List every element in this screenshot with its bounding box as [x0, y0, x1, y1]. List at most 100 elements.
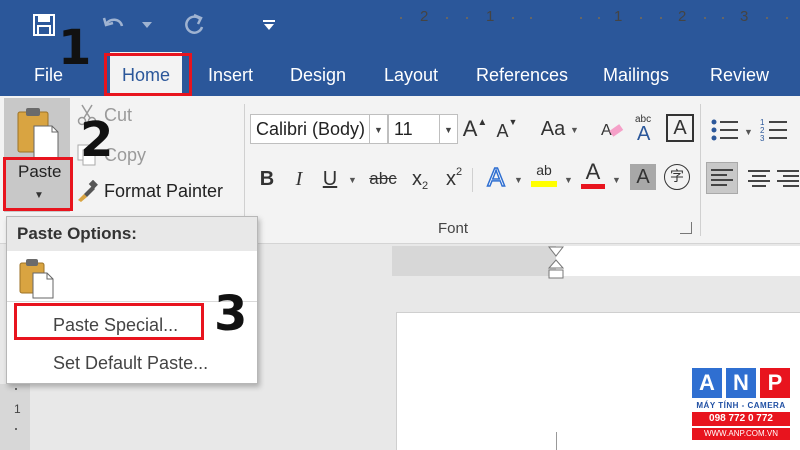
vertical-ruler: 1	[0, 384, 30, 450]
grow-font-button[interactable]: A ▲	[462, 114, 488, 144]
bullets-icon[interactable]	[708, 116, 742, 144]
clear-formatting-button[interactable]: A	[598, 114, 626, 144]
ruler-tick	[512, 17, 514, 19]
align-left-button[interactable]	[706, 162, 738, 194]
tab-mailings[interactable]: Mailings	[603, 52, 669, 96]
customize-qat-icon[interactable]	[262, 10, 276, 40]
ruler-tick	[660, 17, 662, 19]
format-painter-button[interactable]: Format Painter	[76, 180, 223, 202]
vruler-number: 1	[14, 402, 21, 416]
shrink-font-icon: A	[496, 120, 509, 141]
ruler-number: 1	[614, 8, 623, 25]
font-color-dropdown-icon[interactable]: ▼	[612, 175, 621, 185]
align-right-icon[interactable]	[776, 162, 800, 194]
button-separator	[472, 168, 473, 192]
step-2-label: 2	[80, 112, 114, 168]
ruler-tick	[640, 17, 642, 19]
eraser-icon: A	[601, 122, 624, 139]
font-color-button[interactable]: A	[578, 160, 608, 190]
home-tab-highlight	[104, 53, 192, 96]
subscript-mark: 2	[421, 180, 429, 192]
enclose-characters-button[interactable]: 字	[662, 162, 692, 192]
underline-dropdown-icon[interactable]: ▼	[348, 175, 357, 185]
grow-arrow-icon: ▲	[477, 116, 488, 128]
ruler-tick	[704, 17, 706, 19]
font-name-dropdown-icon[interactable]: ▼	[370, 114, 388, 144]
bullets-dropdown-icon[interactable]: ▼	[744, 127, 753, 137]
text-effects-button[interactable]: A	[482, 161, 510, 193]
ruler-tick	[786, 17, 788, 19]
redo-icon[interactable]	[180, 10, 208, 40]
subscript-button[interactable]: x2	[406, 164, 434, 194]
align-center-icon[interactable]	[744, 162, 774, 194]
highlight-button[interactable]: ab	[528, 160, 560, 190]
logo-subtitle: MÁY TÍNH - CAMERA	[696, 401, 786, 410]
keep-source-formatting-icon[interactable]	[19, 257, 55, 299]
font-dialog-launcher-icon[interactable]	[680, 222, 692, 234]
highlight-color-bar	[531, 181, 557, 187]
ruler-number: 2	[678, 8, 687, 25]
strikethrough-button[interactable]: abc	[366, 164, 400, 194]
ruler-number: 2	[420, 8, 429, 25]
underline-button[interactable]: U	[318, 164, 342, 194]
svg-text:3: 3	[760, 134, 765, 143]
highlight-dropdown-icon[interactable]: ▼	[564, 175, 573, 185]
set-default-paste-menu-item[interactable]: Set Default Paste...	[53, 353, 208, 374]
indent-marker-icon[interactable]	[548, 246, 564, 282]
text-effects-dropdown-icon[interactable]: ▼	[514, 175, 523, 185]
align-left-icon	[711, 169, 733, 186]
phonetic-guide-icon: abcA	[635, 114, 651, 142]
undo-dropdown-icon[interactable]	[140, 10, 154, 40]
character-border-button[interactable]: A	[666, 114, 694, 142]
paste-button-highlight	[3, 157, 73, 211]
ruler-tick	[530, 17, 532, 19]
bold-button[interactable]: B	[254, 164, 280, 194]
phonetic-letter: A	[637, 123, 651, 142]
change-case-dropdown-icon[interactable]: ▼	[570, 125, 579, 135]
superscript-button[interactable]: x2	[440, 164, 468, 194]
change-case-button[interactable]: Aa	[536, 114, 570, 144]
tab-insert[interactable]: Insert	[208, 52, 253, 96]
font-color-bar	[581, 183, 605, 189]
ruler-tick	[598, 17, 600, 19]
ruler-tick	[722, 17, 724, 19]
numbering-icon[interactable]: 123	[758, 116, 792, 144]
paste-special-highlight	[14, 303, 204, 340]
save-icon[interactable]	[30, 10, 58, 40]
italic-button[interactable]: I	[288, 164, 310, 194]
shading-button[interactable]: A	[630, 164, 656, 190]
ruler-number: 3	[740, 8, 749, 25]
highlight-text: ab	[536, 162, 552, 178]
tab-review[interactable]: Review	[710, 52, 769, 96]
shrink-font-button[interactable]: A ▼	[494, 114, 520, 144]
tab-layout[interactable]: Layout	[384, 52, 438, 96]
font-size-input[interactable]: 11	[388, 114, 440, 144]
tab-references[interactable]: References	[476, 52, 568, 96]
shrink-arrow-icon: ▼	[508, 117, 518, 127]
superscript-mark: 2	[455, 166, 463, 178]
logo-letter-n: N	[726, 368, 756, 398]
font-size-dropdown-icon[interactable]: ▼	[440, 114, 458, 144]
font-group-label: Font	[438, 220, 469, 237]
phonetic-guide-button[interactable]: abc A	[630, 112, 660, 142]
logo-website: WWW.ANP.COM.VN	[692, 428, 790, 440]
ruler-tick	[580, 17, 582, 19]
logo-letter-p: P	[760, 368, 790, 398]
format-painter-label: Format Painter	[104, 180, 224, 201]
logo-letter-a: A	[692, 368, 722, 398]
text-cursor	[556, 432, 557, 450]
ruler-tick	[400, 17, 402, 19]
tab-design[interactable]: Design	[290, 52, 346, 96]
subscript-x: x	[411, 167, 422, 190]
ruler-number: 1	[486, 8, 495, 25]
undo-icon[interactable]	[100, 10, 128, 40]
anp-logo: A N P MÁY TÍNH - CAMERA 098 772 0 772 WW…	[692, 368, 790, 444]
clipboard-icon	[17, 108, 59, 159]
paste-options-header: Paste Options:	[7, 217, 257, 251]
font-name-input[interactable]: Calibri (Body)	[250, 114, 370, 144]
step-3-label: 3	[214, 286, 248, 342]
superscript-x: x	[445, 167, 456, 190]
font-color-letter: A	[585, 158, 601, 184]
ruler-tick	[446, 17, 448, 19]
character-border-icon: A	[673, 116, 687, 139]
